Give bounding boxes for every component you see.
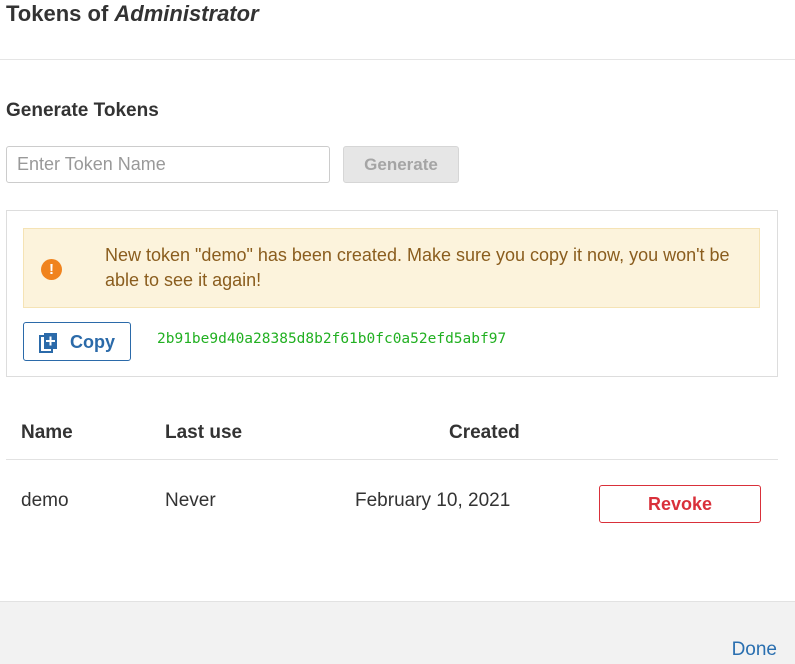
alert-message: New token "demo" has been created. Make … (105, 245, 730, 290)
column-header-created: Created (449, 422, 520, 443)
last-use-cell: Never (165, 490, 216, 511)
generate-tokens-heading: Generate Tokens (6, 100, 159, 121)
revoke-button[interactable]: Revoke (599, 485, 761, 523)
done-link[interactable]: Done (732, 639, 777, 661)
column-header-last-use: Last use (165, 422, 243, 443)
modal-title-prefix: Tokens of (6, 1, 109, 26)
tokens-modal: Tokens of Administrator Generate Tokens … (0, 0, 795, 664)
token-value: 2b91be9d40a28385d8b2f61b0fc0a52efd5abf97 (157, 331, 507, 347)
generate-button[interactable]: Generate (343, 146, 459, 183)
modal-header: Tokens of Administrator (0, 0, 795, 60)
token-name-input[interactable] (6, 146, 330, 183)
table-divider (6, 459, 778, 460)
modal-footer: Done (0, 601, 795, 664)
column-header-name: Name (21, 422, 73, 443)
warning-alert: ! New token "demo" has been created. Mak… (23, 228, 760, 308)
token-name-cell: demo (21, 490, 69, 511)
modal-title: Tokens of Administrator (6, 0, 259, 28)
new-token-panel: ! New token "demo" has been created. Mak… (6, 210, 778, 377)
copy-button-label: Copy (70, 332, 115, 352)
copy-icon (39, 333, 57, 353)
created-cell: February 10, 2021 (355, 490, 511, 511)
copy-button[interactable]: Copy (23, 322, 131, 361)
exclamation-circle-icon: ! (41, 259, 62, 280)
modal-title-user: Administrator (114, 1, 259, 26)
